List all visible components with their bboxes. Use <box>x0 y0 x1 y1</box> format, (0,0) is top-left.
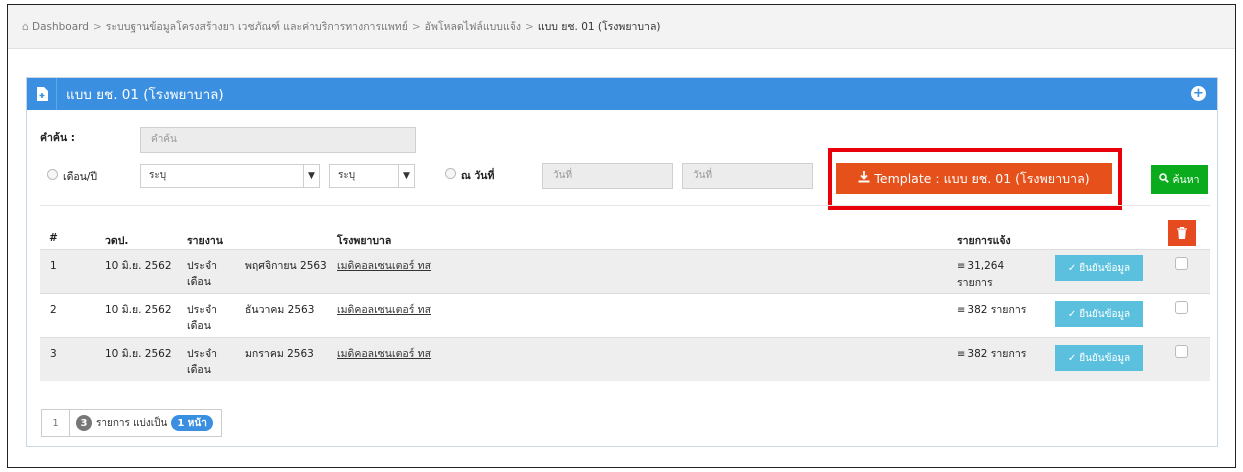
delete-button[interactable] <box>1168 220 1196 246</box>
row-date: 10 มิ.ย. 2562 <box>105 348 172 360</box>
list-icon: ≡ <box>957 305 966 316</box>
confirm-button[interactable]: ✓ ยืนยันข้อมูล <box>1055 301 1143 327</box>
breadcrumb-separator: > <box>525 20 534 33</box>
check-circle-icon: ✓ <box>1067 308 1077 320</box>
row-checkbox[interactable] <box>1175 301 1188 314</box>
row-count-value: 382 รายการ <box>967 348 1027 360</box>
row-report-line1: ประจำ <box>187 304 217 316</box>
year-select[interactable]: ระบุ ▼ <box>329 164 415 188</box>
month-select[interactable]: ระบุ ▼ <box>140 164 320 188</box>
template-download-button[interactable]: Template : แบบ ยช. 01 (โรงพยาบาล) <box>836 163 1112 194</box>
row-hospital-link[interactable]: เมดิคอลเซนเตอร์ ทส <box>337 258 431 274</box>
total-pages-badge: 1 หน้า <box>171 415 213 431</box>
confirm-label: ยืนยันข้อมูล <box>1079 308 1131 320</box>
search-label: คำค้น : <box>40 132 75 144</box>
row-date: 10 มิ.ย. 2562 <box>105 260 172 272</box>
row-count: ≡ 31,264 รายการ <box>957 258 1004 291</box>
search-input[interactable]: คำค้น <box>140 127 416 153</box>
search-button-label: ค้นหา <box>1172 174 1200 186</box>
download-icon <box>858 171 870 186</box>
row-report: ประจำเดือน <box>187 346 217 378</box>
template-button-label: Template : แบบ ยช. 01 (โรงพยาบาล) <box>874 170 1090 186</box>
confirm-button[interactable]: ✓ ยืนยันข้อมูล <box>1055 255 1143 281</box>
row-report: ประจำเดือน <box>187 302 217 334</box>
row-num: 2 <box>50 304 57 316</box>
breadcrumb-home[interactable]: Dashboard <box>32 21 89 33</box>
row-num: 3 <box>50 348 57 360</box>
search-icon <box>1159 173 1170 186</box>
trash-icon <box>1177 227 1187 239</box>
month-year-radio[interactable] <box>47 169 58 180</box>
breadcrumb-item-2[interactable]: อัพโหลดไฟล์แบบแจ้ง <box>425 18 521 35</box>
row-count-value: 31,264 <box>967 260 1005 272</box>
pagination-text: รายการ แบ่งเป็น <box>96 417 168 429</box>
row-checkbox[interactable] <box>1175 257 1188 270</box>
breadcrumb: ⌂ Dashboard > ระบบฐานข้อมูลโครงสร้างยา เ… <box>8 5 1235 49</box>
row-report-line2: เดือน <box>187 276 211 288</box>
month-select-value: ระบุ <box>149 170 167 181</box>
confirm-label: ยืนยันข้อมูล <box>1079 262 1131 274</box>
col-header-date: วดป. <box>105 235 129 247</box>
row-period: พฤศจิกายน 2563 <box>245 260 327 272</box>
total-items-badge: 3 <box>76 415 92 431</box>
panel-title: แบบ ยช. 01 (โรงพยาบาล) <box>66 87 224 103</box>
row-period: ธันวาคม 2563 <box>245 304 315 316</box>
row-hospital-link[interactable]: เมดิคอลเซนเตอร์ ทส <box>337 346 431 362</box>
home-icon: ⌂ <box>22 20 29 33</box>
table-row: 3 10 มิ.ย. 2562 ประจำเดือน มกราคม 2563 เ… <box>40 337 1210 381</box>
list-icon: ≡ <box>957 349 966 360</box>
breadcrumb-separator: > <box>411 20 421 33</box>
col-header-hospital: โรงพยาบาล <box>337 235 392 247</box>
on-date-label: ณ วันที่ <box>461 170 495 182</box>
row-report: ประจำเดือน <box>187 258 217 290</box>
confirm-label: ยืนยันข้อมูล <box>1079 352 1131 364</box>
col-header-report: รายงาน <box>187 235 223 247</box>
pagination-info: 3 รายการ แบ่งเป็น 1 หน้า <box>70 410 221 436</box>
month-year-label: เดือน/ปี <box>63 171 98 183</box>
breadcrumb-current: แบบ ยช. 01 (โรงพยาบาล) <box>537 21 661 33</box>
breadcrumb-separator: > <box>92 20 102 33</box>
row-count: ≡ 382 รายการ <box>957 346 1026 363</box>
row-count-value: 382 รายการ <box>967 304 1027 316</box>
search-button[interactable]: ค้นหา <box>1151 165 1208 194</box>
on-date-radio[interactable] <box>445 168 456 179</box>
row-date: 10 มิ.ย. 2562 <box>105 304 172 316</box>
year-select-value: ระบุ <box>338 170 356 181</box>
check-circle-icon: ✓ <box>1067 262 1077 274</box>
col-header-num: # <box>49 232 58 244</box>
date-to-input[interactable]: วันที่ <box>682 163 813 189</box>
row-report-line2: เดือน <box>187 320 211 332</box>
row-report-line2: เดือน <box>187 364 211 376</box>
breadcrumb-item-1[interactable]: ระบบฐานข้อมูลโครงสร้างยา เวชภัณฑ์ และค่า… <box>106 18 408 35</box>
chevron-down-icon: ▼ <box>398 165 414 187</box>
table-row: 1 10 มิ.ย. 2562 ประจำเดือน พฤศจิกายน 256… <box>40 249 1210 293</box>
row-hospital-link[interactable]: เมดิคอลเซนเตอร์ ทส <box>337 302 431 318</box>
row-num: 1 <box>50 260 57 272</box>
row-count-unit: รายการ <box>957 277 993 289</box>
date-from-input[interactable]: วันที่ <box>542 163 673 189</box>
chevron-down-icon: ▼ <box>303 165 319 187</box>
page-link[interactable]: 1 <box>42 410 70 436</box>
confirm-button[interactable]: ✓ ยืนยันข้อมูล <box>1055 345 1143 371</box>
table-row: 2 10 มิ.ย. 2562 ประจำ เดือน ธันวาคม 2563 … <box>40 293 1210 337</box>
panel-header: แบบ ยช. 01 (โรงพยาบาล) + <box>27 78 1217 110</box>
pagination: 1 3 รายการ แบ่งเป็น 1 หน้า <box>41 409 222 437</box>
row-period: มกราคม 2563 <box>245 348 314 360</box>
file-add-icon <box>27 78 57 110</box>
row-checkbox[interactable] <box>1175 345 1188 358</box>
check-circle-icon: ✓ <box>1067 352 1077 364</box>
divider <box>40 205 1210 206</box>
plus-circle-icon[interactable]: + <box>1191 86 1206 101</box>
row-report-line1: ประจำ <box>187 260 217 272</box>
list-icon: ≡ <box>957 261 966 272</box>
row-count: ≡ 382 รายการ <box>957 302 1026 319</box>
row-report-line1: ประจำ <box>187 348 217 360</box>
col-header-count: รายการแจ้ง <box>957 235 1011 247</box>
